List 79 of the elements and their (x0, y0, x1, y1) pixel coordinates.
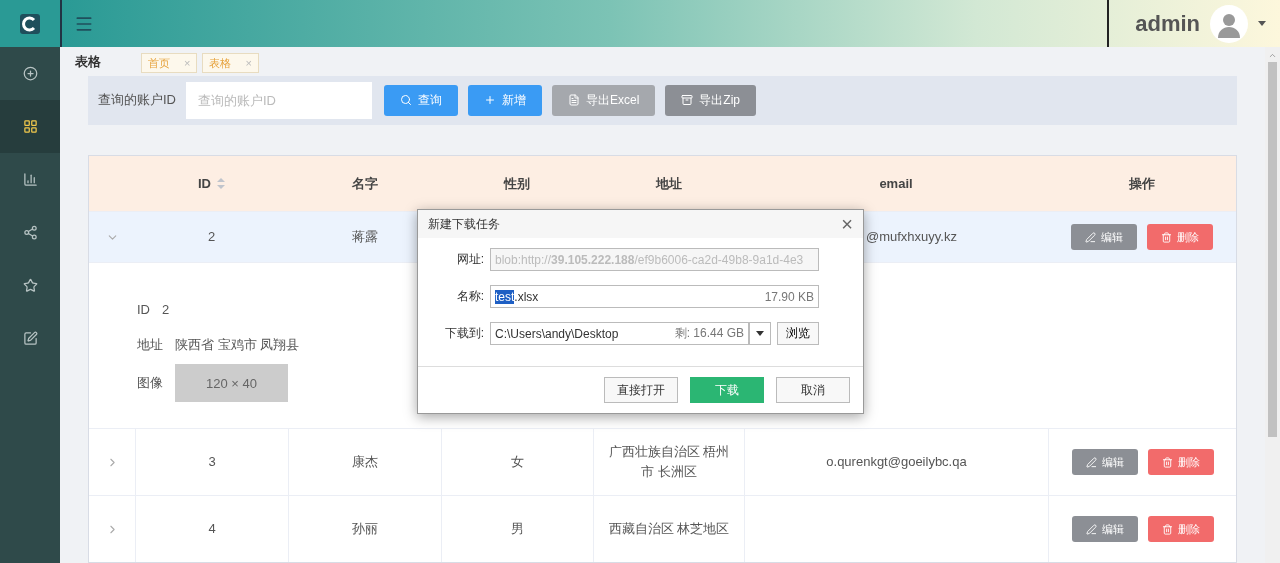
detail-label: 地址 (137, 336, 163, 354)
dropdown-button[interactable] (749, 322, 771, 345)
field-label: 查询的账户ID (98, 91, 176, 110)
edit-button[interactable]: 编辑 (1071, 224, 1137, 250)
toolbar-button[interactable]: 导出Excel (552, 84, 656, 116)
toolbar-button[interactable]: 查询 (384, 84, 458, 116)
folder-field[interactable]: C:\Users\andy\Desktop 剩: 16.44 GB (490, 322, 749, 345)
avatar[interactable] (1210, 4, 1248, 43)
close-icon[interactable]: × (184, 57, 191, 69)
trash-icon (1161, 523, 1173, 535)
detail-label: 图像 (137, 374, 163, 392)
delete-button[interactable]: 删除 (1147, 224, 1213, 250)
search-icon (400, 94, 412, 107)
share-icon (22, 225, 38, 240)
table-cell-text: 2 (207, 228, 216, 246)
grid-icon (22, 119, 38, 134)
star-icon (22, 278, 38, 293)
toolbar-button[interactable]: 新增 (468, 84, 542, 116)
table-cell-text: 男 (511, 520, 524, 538)
table-cell-text: 广西壮族自治区 梧州市 长洲区 (607, 443, 731, 481)
scroll-up-icon[interactable] (1268, 51, 1277, 60)
sort-icon[interactable] (217, 178, 225, 189)
field-label: 网址: (455, 251, 484, 268)
edit-icon (22, 331, 38, 346)
column-header: 操作 (1128, 174, 1156, 193)
archive-icon (681, 94, 694, 107)
table-cell-text: 康杰 (352, 453, 378, 471)
column-header: 性别 (502, 174, 531, 193)
page-tab[interactable]: 首页 × (141, 53, 198, 73)
toolbar-button[interactable]: 导出Zip (665, 84, 756, 116)
table-cell-text: 4 (208, 520, 216, 538)
filename-field[interactable]: test.xlsx 17.90 KB (490, 285, 819, 308)
plus-icon (484, 94, 496, 107)
logo-icon (20, 13, 40, 34)
table-cell-text: 孙丽 (352, 520, 378, 538)
page-title: 表格 (75, 53, 101, 71)
pen-icon (1085, 456, 1097, 468)
bar-chart-icon (22, 172, 38, 187)
dialog-button[interactable]: 取消 (776, 377, 850, 403)
table-cell-text: @mufxhxuyy.kz (866, 228, 957, 246)
username: admin (1135, 10, 1200, 37)
table-cell-text: 3 (208, 453, 216, 471)
pen-icon (1085, 231, 1096, 243)
caret-icon[interactable] (1258, 21, 1266, 26)
table-cell-text: 西藏自治区 林芝地区 (608, 520, 730, 538)
sidebar-item[interactable] (0, 100, 60, 153)
trash-icon (1161, 456, 1173, 468)
detail-value: 陕西省 宝鸡市 凤翔县 (175, 336, 300, 354)
delete-button[interactable]: 删除 (1147, 516, 1214, 542)
browse-button[interactable]: 浏览 (777, 322, 819, 345)
column-header: ID (135, 156, 288, 211)
caret-icon (756, 331, 764, 336)
field-label: 下载到: (443, 325, 484, 342)
url-field[interactable]: blob:http://39.105.222.188/ef9b6006-ca2d-49b8-9a1d-4e3 (490, 248, 819, 271)
trash-icon (1161, 231, 1172, 243)
dialog-button[interactable]: 直接打开 (604, 377, 678, 403)
dialog-button[interactable]: 下载 (690, 377, 764, 403)
page-tab[interactable]: 表格 × (202, 53, 259, 73)
close-icon[interactable]: × (245, 57, 252, 69)
column-header: 地址 (654, 174, 683, 193)
scrollbar[interactable] (1265, 47, 1280, 563)
detail-value: 2 (162, 301, 170, 317)
dialog-title: 新建下载任务 (428, 215, 500, 233)
column-header: email (878, 175, 914, 193)
delete-button[interactable]: 删除 (1147, 449, 1214, 475)
field-label: 名称: (455, 288, 484, 305)
column-header: 名字 (350, 174, 379, 193)
image-preview: 120 × 40 (175, 364, 288, 402)
pen-icon (1085, 523, 1097, 535)
edit-button[interactable]: 编辑 (1071, 449, 1138, 475)
plus-circle-icon (22, 66, 38, 81)
table-cell-text: 蒋露 (351, 228, 378, 246)
account-id-field[interactable]: 查询的账户ID (186, 81, 372, 119)
table-cell-text: 女 (511, 453, 524, 471)
edit-button[interactable]: 编辑 (1071, 516, 1138, 542)
table-cell-text: o.qurenkgt@goeilybc.qa (826, 453, 967, 471)
detail-label: ID (137, 301, 150, 317)
document-icon (568, 94, 580, 107)
close-button[interactable]: × (841, 214, 853, 234)
